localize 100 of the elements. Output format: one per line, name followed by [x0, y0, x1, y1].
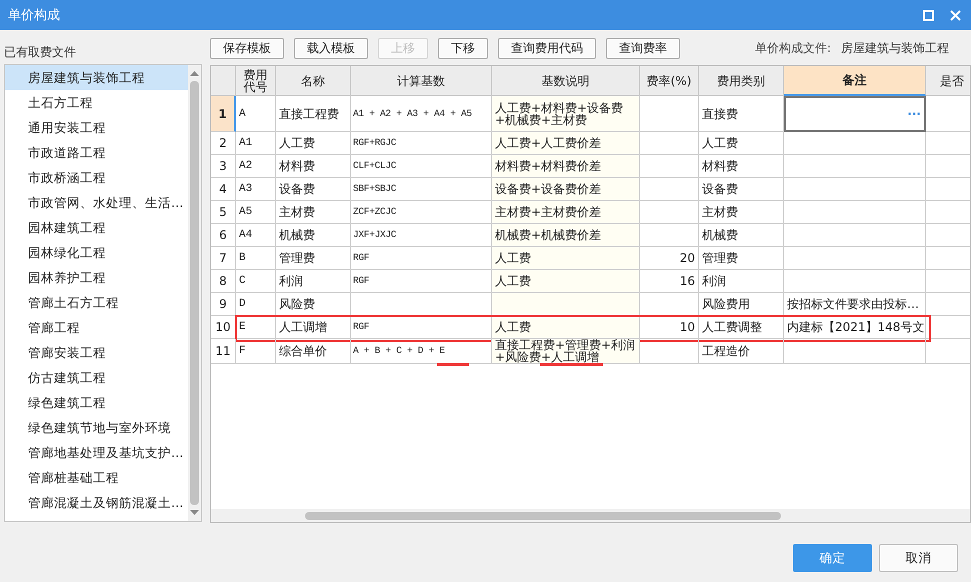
- list-item[interactable]: 管廊地基处理及基坑支护…: [5, 440, 188, 465]
- list-item[interactable]: 管廊桩基础工程: [5, 465, 188, 490]
- table-cell: E: [236, 316, 276, 339]
- table-cell: 按招标文件要求由投标…: [784, 293, 926, 316]
- list-item[interactable]: 管廊安装工程: [5, 340, 188, 365]
- table-cell: 直接费: [699, 96, 784, 132]
- toolbar-button[interactable]: 保存模板: [210, 38, 284, 58]
- list-item[interactable]: 绿色建筑工程: [5, 390, 188, 415]
- underline-mark: [437, 363, 469, 366]
- table-cell: A4: [236, 224, 276, 247]
- close-icon[interactable]: [950, 10, 961, 20]
- list-item[interactable]: 管廊土石方工程: [5, 290, 188, 315]
- table-cell: 利润: [276, 270, 351, 293]
- table-cell: A2: [236, 155, 276, 178]
- column-header[interactable]: 备注: [784, 66, 926, 96]
- column-header[interactable]: 费用代号: [236, 66, 276, 96]
- panel-label: 已有取费文件: [4, 44, 77, 61]
- row-number[interactable]: 3: [211, 155, 236, 178]
- table-cell: 直接工程费: [276, 96, 351, 132]
- table-cell: 16: [640, 270, 699, 293]
- toolbar-button[interactable]: 查询费用代码: [498, 38, 596, 58]
- table-cell: B: [236, 247, 276, 270]
- table-cell: 20: [640, 247, 699, 270]
- toolbar-button[interactable]: 载入模板: [294, 38, 368, 58]
- table-cell: 人工费: [699, 132, 784, 155]
- table-cell: 人工费: [492, 316, 640, 339]
- table-cell: [640, 201, 699, 224]
- underline-mark: [540, 363, 603, 366]
- list-item[interactable]: 园林建筑工程: [5, 215, 188, 240]
- maximize-icon[interactable]: [923, 10, 934, 20]
- table-cell: 人工费调整: [699, 316, 784, 339]
- table-cell: 综合单价: [276, 339, 351, 364]
- table-cell: 人工调增: [276, 316, 351, 339]
- file-name: 房屋建筑与装饰工程: [841, 40, 949, 56]
- column-header[interactable]: 是否: [926, 66, 970, 96]
- list-item[interactable]: 管廊工程: [5, 315, 188, 340]
- list-item[interactable]: 绿色建筑节地与室外环境: [5, 415, 188, 440]
- dialog-button[interactable]: 取消: [879, 544, 958, 572]
- list-item[interactable]: 土石方工程: [5, 90, 188, 115]
- table-cell: 内建标【2021】148号文: [784, 316, 926, 339]
- list-item[interactable]: 园林绿化工程: [5, 240, 188, 265]
- table-cell: 人工费+材料费+设备费+机械费+主材费: [492, 96, 640, 132]
- scroll-down-icon[interactable]: [190, 510, 199, 516]
- row-number[interactable]: 9: [211, 293, 236, 316]
- row-number[interactable]: 7: [211, 247, 236, 270]
- table-cell: 材料费+材料费价差: [492, 155, 640, 178]
- list-item[interactable]: 市政桥涵工程: [5, 165, 188, 190]
- row-number[interactable]: 4: [211, 178, 236, 201]
- table-cell: 设备费: [276, 178, 351, 201]
- column-header[interactable]: 计算基数: [351, 66, 492, 96]
- list-item[interactable]: 市政管网、水处理、生活…: [5, 190, 188, 215]
- table-cell: A + B + C + D + E: [351, 339, 492, 364]
- table-cell: 管理费: [699, 247, 784, 270]
- table-cell: 人工费+人工费价差: [492, 132, 640, 155]
- table-cell: 风险费: [276, 293, 351, 316]
- table-cell: [640, 339, 699, 364]
- table-cell: 利润: [699, 270, 784, 293]
- table-cell: A1: [236, 132, 276, 155]
- row-number[interactable]: 11: [211, 339, 236, 364]
- list-item[interactable]: 市政道路工程: [5, 140, 188, 165]
- table-cell: 材料费: [276, 155, 351, 178]
- scrollbar[interactable]: [188, 65, 201, 521]
- table-cell: A: [236, 96, 276, 132]
- window-title: 单价构成: [8, 7, 60, 24]
- file-label: 单价构成文件:: [754, 40, 831, 56]
- list-item[interactable]: 园林养护工程: [5, 265, 188, 290]
- table-cell: 风险费用: [699, 293, 784, 316]
- table-cell: 管理费: [276, 247, 351, 270]
- table-cell: F: [236, 339, 276, 364]
- column-header[interactable]: 费率(%): [640, 66, 699, 96]
- scroll-up-icon[interactable]: [190, 70, 199, 76]
- column-header[interactable]: 名称: [276, 66, 351, 96]
- table-cell: 机械费: [276, 224, 351, 247]
- table-cell: 主材费: [699, 201, 784, 224]
- table-cell: A3: [236, 178, 276, 201]
- table-cell: [640, 224, 699, 247]
- table-cell: [640, 178, 699, 201]
- table-cell: 10: [640, 316, 699, 339]
- row-number[interactable]: 1: [211, 96, 236, 132]
- row-number[interactable]: 10: [211, 316, 236, 339]
- list-item[interactable]: 通用安装工程: [5, 115, 188, 140]
- table-cell: 人工费: [492, 270, 640, 293]
- table-cell: [640, 132, 699, 155]
- table-cell: 机械费+机械费价差: [492, 224, 640, 247]
- table-cell: 设备费: [699, 178, 784, 201]
- table-cell: [640, 155, 699, 178]
- row-number[interactable]: 2: [211, 132, 236, 155]
- list-item[interactable]: 仿古建筑工程: [5, 365, 188, 390]
- row-number[interactable]: 5: [211, 201, 236, 224]
- row-number[interactable]: 6: [211, 224, 236, 247]
- list-item[interactable]: 管廊混凝土及钢筋混凝土…: [5, 490, 188, 515]
- table-cell: [640, 96, 699, 132]
- table-cell: 设备费+设备费价差: [492, 178, 640, 201]
- toolbar-button[interactable]: 下移: [438, 38, 488, 58]
- row-number[interactable]: 8: [211, 270, 236, 293]
- table-cell: D: [236, 293, 276, 316]
- list-item[interactable]: 房屋建筑与装饰工程: [5, 65, 188, 90]
- table-cell: A5: [236, 201, 276, 224]
- toolbar-button[interactable]: 查询费率: [606, 38, 680, 58]
- scrollbar[interactable]: [211, 509, 970, 522]
